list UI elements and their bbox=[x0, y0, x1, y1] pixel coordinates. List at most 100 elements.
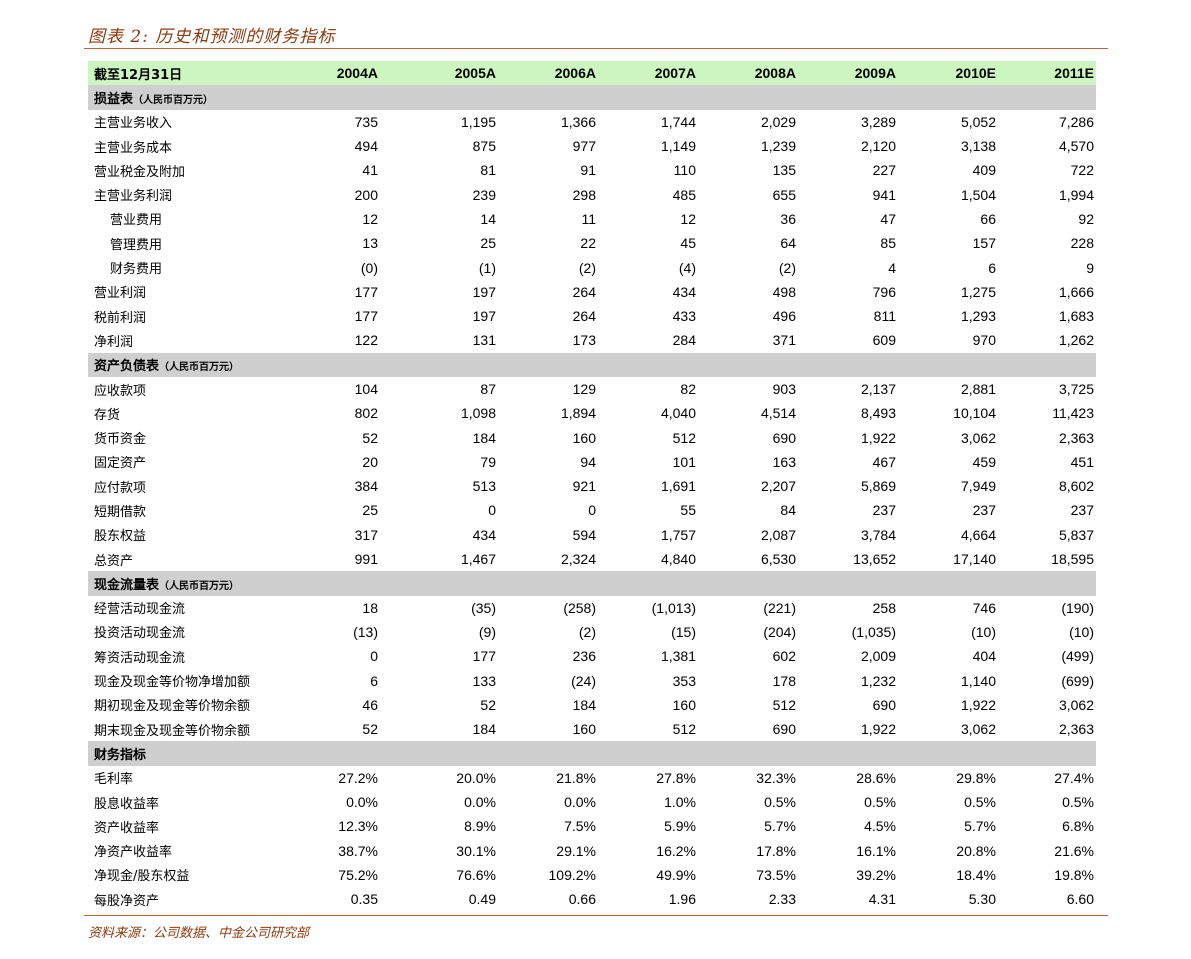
row-value: 802 bbox=[354, 405, 378, 422]
row-label: 营业税金及附加 bbox=[94, 164, 186, 180]
table-row: 筹资活动现金流 0 177 236 1,381 602 2,009 404 (499) bbox=[88, 644, 1096, 668]
row-value: 87 bbox=[480, 381, 496, 397]
row-value: 1,691 bbox=[660, 478, 696, 495]
row-value: (258) bbox=[563, 599, 596, 616]
row-value: 1.0% bbox=[664, 794, 696, 811]
row-value: 1,666 bbox=[1058, 283, 1094, 300]
row-label: 经营活动现金流 bbox=[94, 602, 186, 618]
row-value: 32.3% bbox=[756, 769, 796, 786]
row-value: 4,040 bbox=[660, 405, 696, 422]
row-value: 11,423 bbox=[1052, 405, 1094, 422]
row-value: 811 bbox=[873, 308, 896, 325]
section-name: 损益表 bbox=[94, 91, 134, 107]
row-value: 8.9% bbox=[464, 818, 496, 835]
table-row: 营业费用 12 14 11 12 36 47 66 92 bbox=[88, 207, 1096, 231]
row-value: 239 bbox=[472, 186, 496, 203]
table-row: 股息收益率 0.0% 0.0% 0.0% 1.0% 0.5% 0.5% 0.5% 0.5% bbox=[88, 790, 1096, 814]
row-value: 2,009 bbox=[860, 648, 896, 665]
row-value: 1,262 bbox=[1058, 332, 1094, 349]
row-value: 512 bbox=[672, 429, 696, 446]
row-value: 73.5% bbox=[756, 866, 796, 883]
row-value: 3,725 bbox=[1058, 381, 1094, 397]
row-value: 94 bbox=[580, 453, 596, 470]
row-value: 163 bbox=[772, 453, 796, 470]
row-value: 258 bbox=[872, 599, 896, 616]
row-value: (15) bbox=[671, 623, 696, 640]
row-value: 0.0% bbox=[346, 794, 378, 811]
row-value: 7.5% bbox=[564, 818, 596, 835]
row-value: 39.2% bbox=[856, 866, 896, 883]
section-row: 财务指标 bbox=[88, 741, 1096, 766]
row-value: 467 bbox=[872, 453, 896, 470]
row-value: 75.2% bbox=[338, 866, 378, 883]
row-value: 197 bbox=[472, 308, 496, 325]
row-value: 4,664 bbox=[960, 526, 996, 543]
table-row: 营业税金及附加 41 81 91 110 135 227 409 722 bbox=[88, 158, 1096, 182]
row-value: 1,366 bbox=[560, 113, 596, 130]
row-value: (1,035) bbox=[851, 623, 896, 640]
row-label: 期末现金及现金等价物余额 bbox=[94, 723, 251, 739]
row-value: 264 bbox=[572, 283, 596, 300]
row-value: 1,275 bbox=[960, 283, 996, 300]
row-value: 690 bbox=[772, 429, 796, 446]
header-row: 截至12月31日 2004A 2005A 2006A 2007A 2008A 2009A 20… bbox=[88, 61, 1096, 86]
row-value: 1,149 bbox=[660, 138, 696, 155]
row-value: 0.0% bbox=[464, 794, 496, 811]
row-value: 237 bbox=[972, 502, 996, 519]
row-label: 营业费用 bbox=[110, 213, 163, 229]
row-value: 941 bbox=[872, 186, 896, 203]
row-value: 76.6% bbox=[456, 866, 496, 883]
row-value: 29.8% bbox=[956, 769, 996, 786]
row-value: 5.30 bbox=[968, 891, 996, 908]
row-value: 0.5% bbox=[1062, 794, 1094, 811]
footer-divider bbox=[84, 915, 1108, 916]
row-value: 3,062 bbox=[960, 429, 996, 446]
row-value: 122 bbox=[354, 332, 378, 349]
row-value: 722 bbox=[1070, 162, 1094, 179]
row-value: 157 bbox=[972, 235, 996, 252]
row-value: 3,784 bbox=[860, 526, 896, 543]
row-label: 总资产 bbox=[94, 553, 134, 569]
row-value: (699) bbox=[1061, 672, 1094, 689]
row-value: 690 bbox=[872, 696, 896, 713]
row-label: 期初现金及现金等价物余额 bbox=[94, 699, 251, 715]
financial-table: 截至12月31日 2004A 2005A 2006A 2007A 2008A 2009A 20… bbox=[88, 61, 1096, 911]
row-value: 19.8% bbox=[1054, 866, 1094, 883]
row-value: (499) bbox=[1061, 648, 1094, 665]
row-value: 3,289 bbox=[860, 113, 896, 130]
row-value: 655 bbox=[772, 186, 796, 203]
row-value: (24) bbox=[571, 672, 596, 689]
row-label: 财务费用 bbox=[110, 262, 163, 278]
row-value: 21.6% bbox=[1054, 842, 1094, 859]
row-value: (0) bbox=[360, 259, 378, 276]
row-value: (2) bbox=[578, 259, 596, 276]
row-label: 每股净资产 bbox=[94, 893, 160, 909]
section-unit: （人民币百万元） bbox=[159, 362, 240, 374]
row-value: 494 bbox=[354, 138, 378, 155]
row-value: 513 bbox=[472, 478, 496, 495]
row-value: 178 bbox=[772, 672, 796, 689]
section-unit: （人民币百万元） bbox=[133, 94, 214, 106]
row-value: 5.7% bbox=[964, 818, 996, 835]
row-value: 52 bbox=[480, 696, 496, 713]
row-value: 496 bbox=[772, 308, 796, 325]
row-value: 434 bbox=[672, 283, 696, 300]
row-value: 177 bbox=[354, 308, 378, 325]
row-value: 160 bbox=[572, 429, 596, 446]
source-note: 资料来源：公司数据、中金公司研究部 bbox=[88, 926, 310, 941]
row-value: 197 bbox=[472, 283, 496, 300]
row-value: 4,840 bbox=[660, 551, 696, 568]
row-value: 52 bbox=[362, 429, 378, 446]
row-value: 1,140 bbox=[960, 672, 996, 689]
row-value: 433 bbox=[672, 308, 696, 325]
table-row: 应收款项 104 87 129 82 903 2,137 2,881 3,725 bbox=[88, 377, 1096, 401]
row-value: 594 bbox=[572, 526, 596, 543]
row-label: 股东权益 bbox=[94, 529, 147, 545]
row-value: 991 bbox=[354, 551, 378, 568]
row-value: 3,062 bbox=[960, 721, 996, 738]
table-row: 主营业务成本 494 875 977 1,149 1,239 2,120 3,138 4,570 bbox=[88, 134, 1096, 158]
row-value: 498 bbox=[772, 283, 796, 300]
row-value: 3,062 bbox=[1058, 696, 1094, 713]
row-value: 55 bbox=[680, 502, 696, 519]
row-value: 82 bbox=[680, 381, 696, 397]
